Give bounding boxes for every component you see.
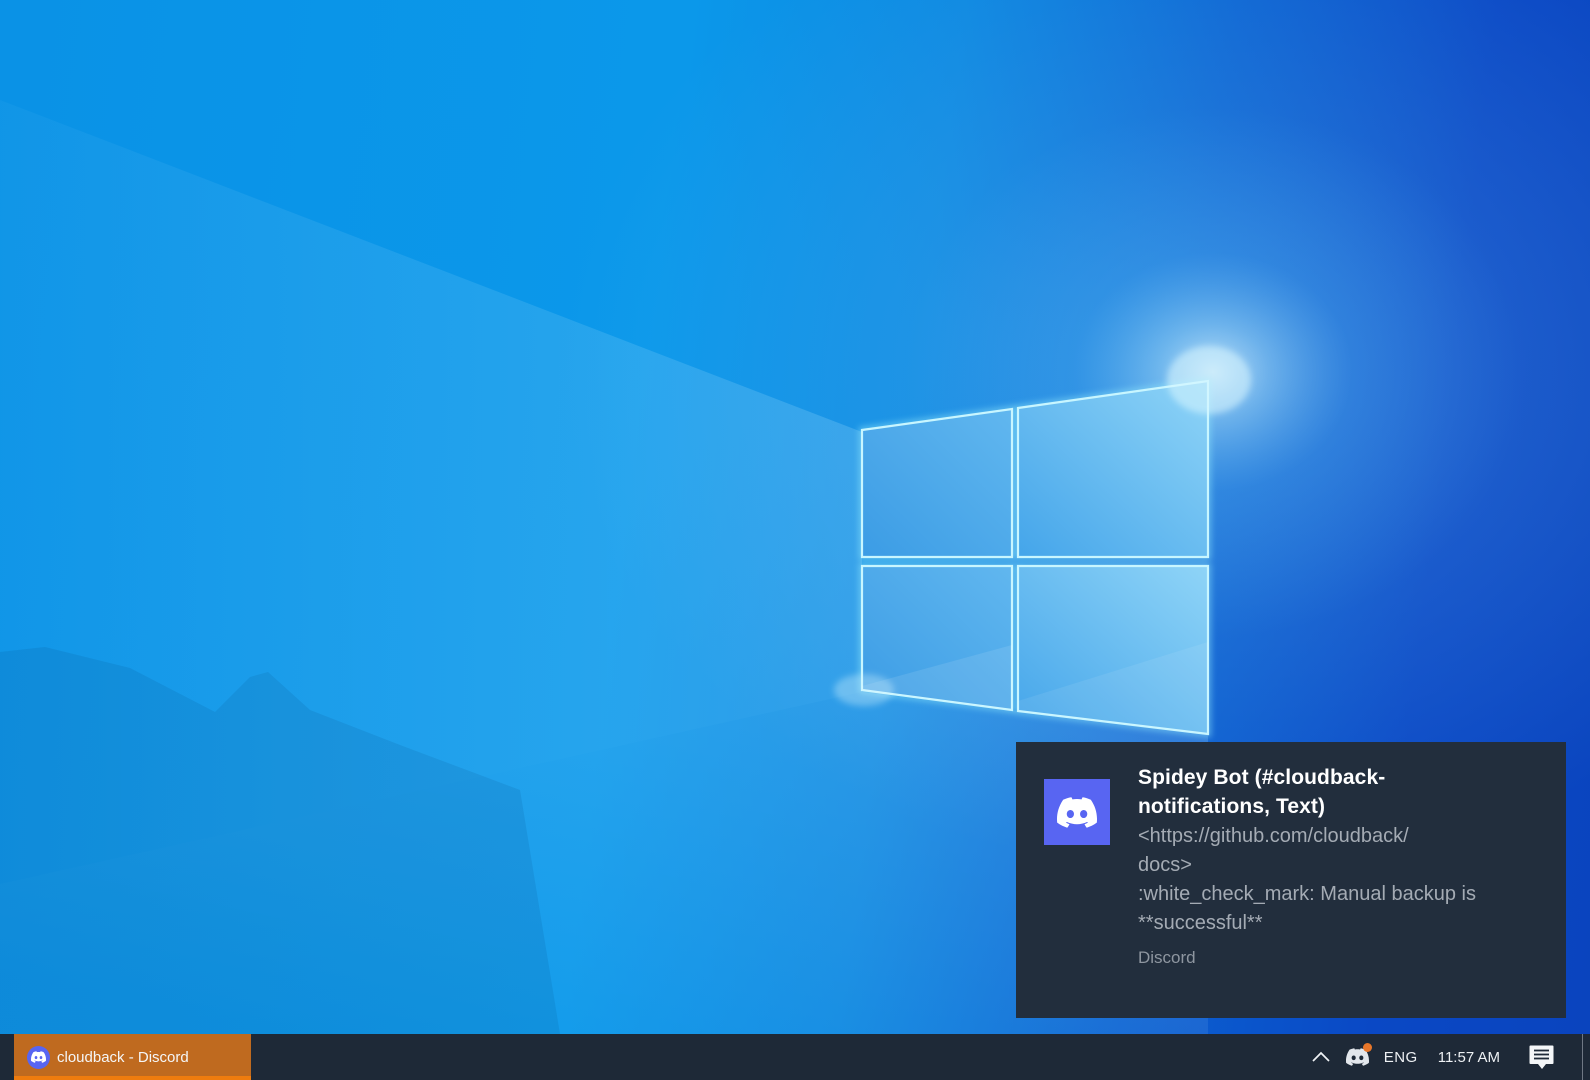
show-hidden-icons-button[interactable] — [1311, 1049, 1331, 1065]
windows-logo-pane-top-left — [860, 407, 1014, 559]
attention-underline — [14, 1076, 251, 1080]
toast-source-app: Discord — [1138, 948, 1196, 967]
notification-badge — [1362, 1043, 1372, 1052]
discord-logo-icon — [1057, 796, 1097, 828]
windows-logo-pane-bottom-left — [860, 564, 1014, 712]
discord-tray-icon[interactable] — [1345, 1043, 1372, 1066]
taskbar-button-label: cloudback - Discord — [57, 1048, 189, 1066]
desktop-wallpaper: Spidey Bot (#cloudback- notifications, T… — [0, 0, 1590, 1080]
language-indicator[interactable]: ENG — [1384, 1049, 1418, 1066]
discord-taskbar-icon — [27, 1045, 50, 1069]
discord-avatar — [1044, 779, 1110, 845]
system-tray: ENG 11:57 AM — [1311, 1034, 1590, 1080]
taskbar-button-discord[interactable]: cloudback - Discord — [14, 1034, 251, 1080]
toast-title: Spidey Bot (#cloudback- notifications, T… — [1138, 766, 1386, 818]
windows-logo-pane-top-right — [1016, 379, 1210, 559]
taskbar: cloudback - Discord ENG 11:57 AM — [0, 1034, 1590, 1080]
action-center-icon — [1529, 1045, 1554, 1069]
windows-logo-pane-bottom-right — [1016, 564, 1210, 736]
hill-silhouette — [0, 647, 560, 1034]
discord-logo-icon — [31, 1051, 46, 1063]
light-beam-left — [0, 100, 862, 884]
toast-body: <https://github.com/cloudback/ docs> :wh… — [1138, 825, 1476, 934]
taskbar-clock[interactable]: 11:57 AM — [1438, 1049, 1500, 1066]
action-center-button[interactable] — [1529, 1045, 1554, 1070]
notification-toast[interactable]: Spidey Bot (#cloudback- notifications, T… — [1016, 742, 1566, 1018]
chevron-up-icon — [1312, 1051, 1330, 1062]
show-desktop-button[interactable] — [1583, 1034, 1590, 1080]
logo-glow — [903, 107, 1523, 637]
